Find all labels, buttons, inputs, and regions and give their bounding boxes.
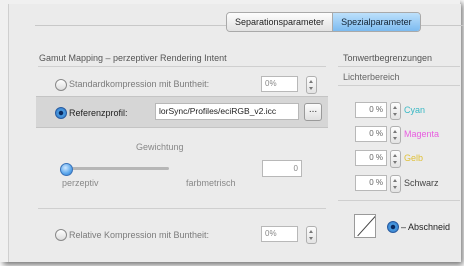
standard-compression-radio[interactable]: [55, 79, 67, 91]
gelb-limit-field[interactable]: 0 %: [355, 150, 387, 166]
standard-compression-field[interactable]: 0%: [261, 76, 298, 92]
group-separator-2: [38, 208, 326, 209]
weighting-slider-track[interactable]: [65, 167, 169, 170]
relative-compression-stepper[interactable]: [306, 226, 317, 244]
magenta-label: Magenta: [404, 129, 440, 139]
tonal-limits-title: Tonwertbegrenzungen: [343, 53, 433, 63]
gelb-limit-stepper[interactable]: [390, 150, 401, 168]
magenta-limit-field[interactable]: 0 %: [355, 126, 387, 142]
weighting-value-field[interactable]: 0: [262, 160, 302, 177]
cutoff-radio[interactable]: [387, 221, 399, 233]
cyan-limit-stepper[interactable]: [390, 102, 401, 120]
standard-compression-label: Standardkompression mit Buntheit:: [69, 79, 210, 89]
relative-compression-radio[interactable]: [55, 229, 67, 241]
gamut-mapping-title: Gamut Mapping – perzeptiver Rendering In…: [39, 53, 227, 63]
tab-bar: Separationsparameter Spezialparameter: [226, 12, 421, 32]
standard-compression-stepper[interactable]: [306, 76, 317, 94]
weighting-slider-knob[interactable]: [60, 163, 73, 176]
relative-compression-label: Relative Kompression mit Buntheit:: [69, 230, 210, 240]
cutoff-label: – Abschneid: [401, 222, 451, 232]
colorimetric-label: farbmetrisch: [186, 178, 236, 188]
reference-profile-radio[interactable]: [55, 107, 67, 119]
schwarz-limit-field[interactable]: 0 %: [355, 175, 387, 191]
reference-profile-label: Referenzprofil:: [69, 108, 128, 118]
reference-profile-path-field[interactable]: lorSync/Profiles/eciRGB_v2.icc: [155, 103, 299, 120]
curve-preview-icon: [354, 214, 376, 238]
tonal-separator-3: [338, 200, 460, 201]
highlight-range-title: Lichterbereich: [343, 72, 400, 82]
gelb-label: Gelb: [404, 153, 424, 163]
tab-separationsparameter[interactable]: Separationsparameter: [227, 13, 334, 31]
weighting-label: Gewichtung: [136, 142, 184, 152]
group-separator: [38, 66, 326, 67]
magenta-limit-stepper[interactable]: [390, 126, 401, 144]
tonal-separator: [338, 66, 460, 67]
browse-button[interactable]: ...: [304, 103, 322, 121]
schwarz-label: Schwarz: [404, 178, 439, 188]
cyan-label: Cyan: [404, 105, 426, 115]
cyan-limit-field[interactable]: 0 %: [355, 102, 387, 118]
tab-spezialparameter[interactable]: Spezialparameter: [333, 13, 420, 31]
perceptual-label: perzeptiv: [62, 178, 99, 188]
relative-compression-field[interactable]: 0%: [261, 226, 298, 242]
schwarz-limit-stepper[interactable]: [390, 175, 401, 193]
tonal-separator-2: [338, 85, 460, 86]
